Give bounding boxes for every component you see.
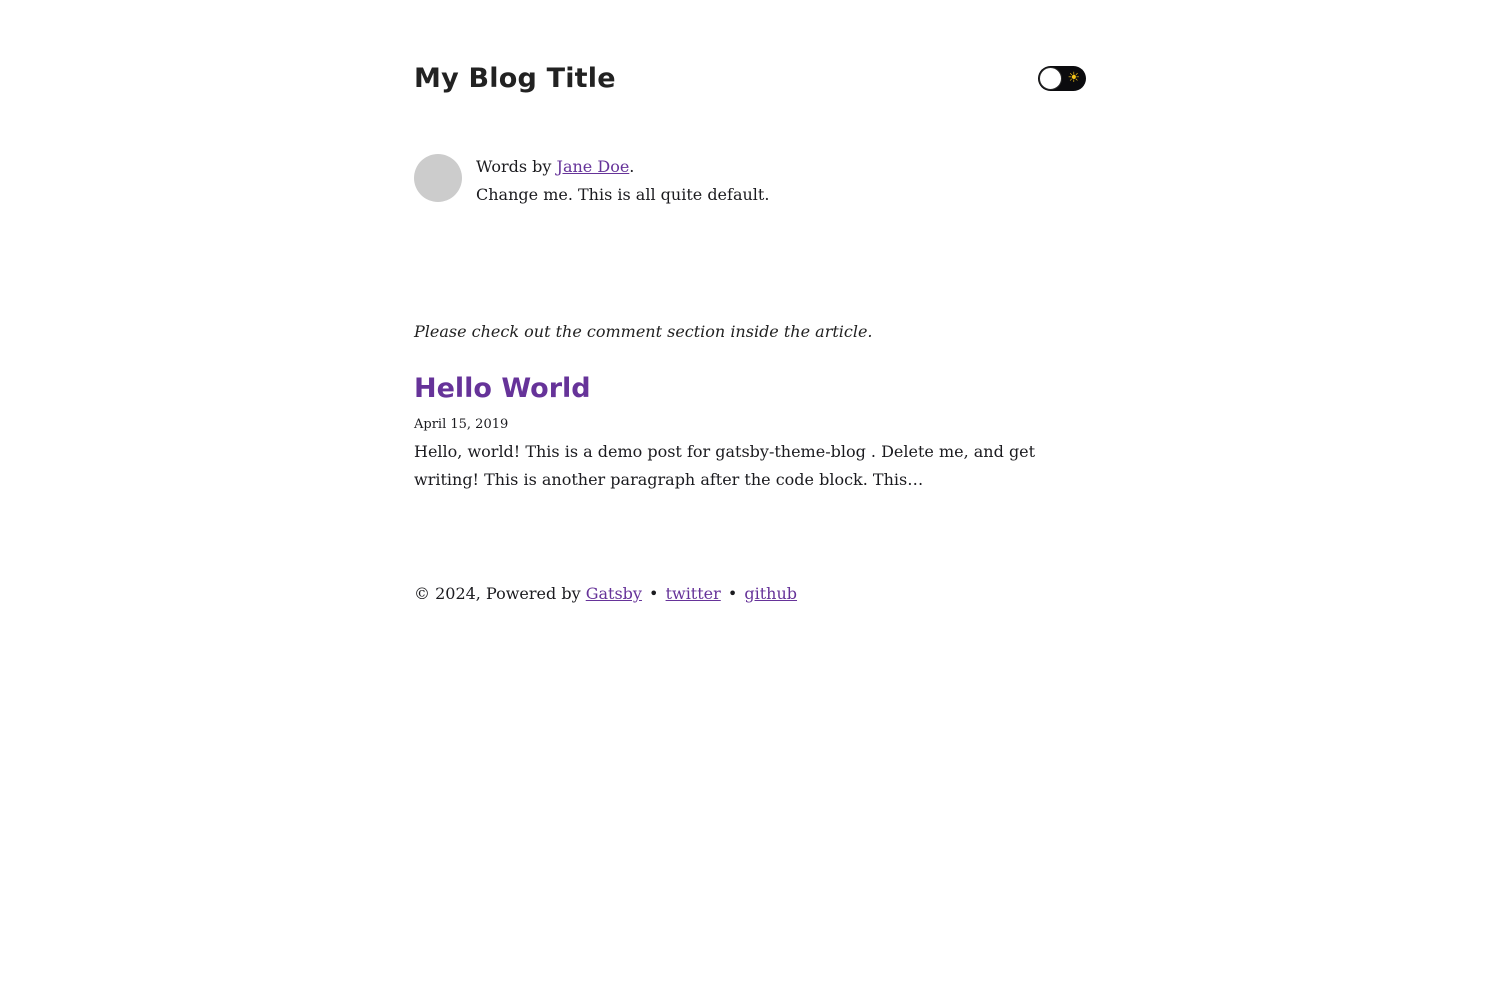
post-preview: Hello World April 15, 2019 Hello, world!… xyxy=(414,368,1086,494)
bio-prefix: Words by xyxy=(476,157,557,176)
github-link[interactable]: github xyxy=(744,584,797,603)
site-header: My Blog Title ☀ xyxy=(414,58,1086,100)
theme-toggle[interactable]: ☀ xyxy=(1038,66,1086,91)
comment-notice: Please check out the comment section ins… xyxy=(414,322,873,341)
site-footer: © 2024, Powered by Gatsby • twitter • gi… xyxy=(414,580,797,608)
post-excerpt: Hello, world! This is a demo post for ga… xyxy=(414,442,1036,489)
gatsby-link[interactable]: Gatsby xyxy=(586,584,642,603)
bio-byline: Words by Jane Doe. xyxy=(476,153,769,181)
site-title[interactable]: My Blog Title xyxy=(414,58,616,100)
post-title-link[interactable]: Hello World xyxy=(414,373,591,404)
bio-description: Change me. This is all quite default. xyxy=(476,185,770,204)
toggle-thumb xyxy=(1039,67,1062,90)
sun-icon: ☀ xyxy=(1067,70,1080,86)
avatar xyxy=(414,154,462,202)
footer-separator: • xyxy=(643,584,664,603)
post-title: Hello World xyxy=(414,368,1086,410)
footer-separator: • xyxy=(722,584,743,603)
copyright-text: © 2024, Powered by xyxy=(414,584,586,603)
twitter-link[interactable]: twitter xyxy=(666,584,721,603)
post-date: April 15, 2019 xyxy=(414,417,509,432)
bio-suffix: . xyxy=(629,157,635,176)
bio-text: Words by Jane Doe. Change me. This is al… xyxy=(476,153,769,209)
author-link[interactable]: Jane Doe xyxy=(557,157,630,176)
